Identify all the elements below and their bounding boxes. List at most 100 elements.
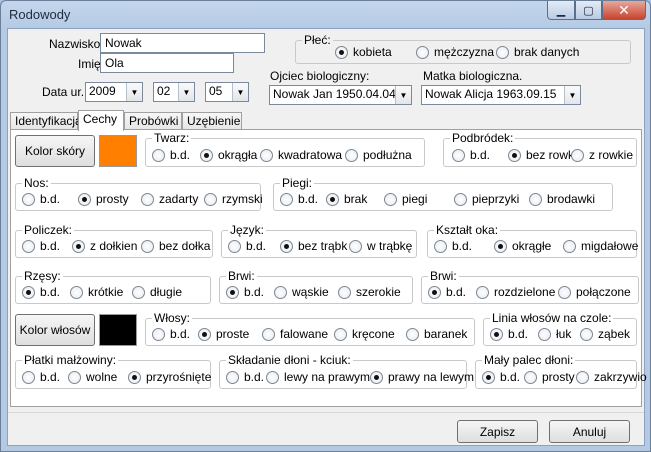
nazwisko-input[interactable]: Nowak [100, 33, 265, 53]
wlosy-krecone-radio[interactable]: kręcone [334, 327, 395, 341]
skladanie-title: Składanie dłoni - kciuk: [226, 353, 353, 367]
save-button[interactable]: Zapisz [457, 420, 538, 443]
plec-kobieta-radio[interactable]: kobieta [335, 45, 392, 59]
plec-brak-danych-radio[interactable]: brak danych [496, 45, 579, 59]
linia-zabek-radio[interactable]: ząbek [580, 327, 630, 341]
ksztalt-oka-okragle-radio[interactable]: okrągłe [494, 239, 551, 253]
brwi-polaczone-radio[interactable]: połączone [558, 285, 631, 299]
plec-title: Płeć: [302, 33, 333, 47]
brwi-width-group: Brwi: b.d. wąskie szerokie [219, 269, 413, 304]
brwi-join-title: Brwi: [428, 269, 459, 283]
nos-bd-radio[interactable]: b.d. [22, 192, 60, 206]
maly-palec-bd-radio[interactable]: b.d. [482, 370, 520, 384]
ksztalt-oka-migdalowe-radio[interactable]: migdałowe [563, 239, 638, 253]
chevron-down-icon: ▼ [395, 86, 411, 104]
year-value: 2009 [89, 84, 116, 98]
nos-rzymski-radio[interactable]: rzymski [204, 192, 263, 206]
cechy-panel: Kolor skóry Twarz: b.d. okrągła kwadrato… [10, 129, 647, 407]
plec-mezczyzna-radio[interactable]: mężczyzna [416, 45, 494, 59]
tab-identyfikacja[interactable]: Identyfikacja [10, 112, 82, 130]
piegi-bd-radio[interactable]: b.d. [280, 192, 318, 206]
wlosy-title: Włosy: [152, 311, 192, 325]
brwi-waskie-radio[interactable]: wąskie [274, 285, 329, 299]
policzek-z-dolkien-radio[interactable]: z dołkien [72, 239, 137, 253]
minimize-icon: ▁ [556, 4, 566, 17]
policzek-bez-dolka-radio[interactable]: bez dołka [141, 239, 210, 253]
platki-przyrosniete-radio[interactable]: przyrośnięte [128, 370, 211, 384]
podbrodek-title: Podbródek: [450, 131, 516, 145]
kolor-wlosow-button[interactable]: Kolor włosów [15, 314, 95, 346]
platki-bd-radio[interactable]: b.d. [22, 370, 60, 384]
skladanie-prawy-radio[interactable]: prawy na lewym [370, 370, 474, 384]
maly-palec-group: Mały palec dłoni: b.d. prosty zakrzywio [475, 353, 647, 389]
brwi-szerokie-radio[interactable]: szerokie [338, 285, 401, 299]
chevron-down-icon: ▼ [564, 86, 580, 104]
twarz-podluzna-radio[interactable]: podłużna [345, 148, 412, 162]
imie-input[interactable]: Ola [100, 53, 234, 73]
jezyk-w-trabke-radio[interactable]: w trąbkę [349, 239, 412, 253]
jezyk-bd-radio[interactable]: b.d. [228, 239, 266, 253]
chevron-down-icon: ▼ [178, 83, 194, 101]
minimize-button[interactable]: ▁ [547, 1, 575, 20]
brwi-rozdzielone-radio[interactable]: rozdzielone [476, 285, 555, 299]
rzesy-krotkie-radio[interactable]: krótkie [70, 285, 123, 299]
linia-bd-radio[interactable]: b.d. [490, 327, 528, 341]
close-button[interactable]: ✕ [602, 1, 646, 20]
linia-luk-radio[interactable]: łuk [538, 327, 571, 341]
podbrodek-bez-rowk-radio[interactable]: bez rowk [508, 148, 574, 162]
footer-divider [8, 412, 644, 413]
ksztalt-oka-title: Kształt oka: [434, 223, 501, 237]
nos-prosty-radio[interactable]: prosty [78, 192, 129, 206]
piegi-brodawki-radio[interactable]: brodawki [529, 192, 595, 206]
tab-uzebienie[interactable]: Uzębienie [182, 112, 242, 130]
skladanie-lewy-radio[interactable]: lewy na prawym [266, 370, 370, 384]
policzek-bd-radio[interactable]: b.d. [22, 239, 60, 253]
platki-group: Płatki małżowiny: b.d. wolne przyrośnięt… [15, 353, 211, 389]
wlosy-proste-radio[interactable]: proste [198, 327, 249, 341]
data-ur-label: Data ur. [42, 85, 85, 99]
rzesy-dlugie-radio[interactable]: długie [132, 285, 182, 299]
tab-probowki[interactable]: Probówki [124, 112, 182, 130]
podbrodek-z-rowkie-radio[interactable]: z rowkie [571, 148, 633, 162]
platki-wolne-radio[interactable]: wolne [68, 370, 117, 384]
cancel-button[interactable]: Anuluj [549, 420, 630, 443]
ksztalt-oka-bd-radio[interactable]: b.d. [434, 239, 472, 253]
wlosy-falowane-radio[interactable]: falowane [262, 327, 328, 341]
piegi-group: Piegi: b.d. brak piegi pieprzyki brodawk… [273, 176, 613, 211]
maly-palec-prosty-radio[interactable]: prosty [524, 370, 575, 384]
nazwisko-label: Nazwisko [49, 37, 101, 51]
wlosy-bd-radio[interactable]: b.d. [152, 327, 190, 341]
piegi-piegi-radio[interactable]: piegi [384, 192, 427, 206]
ojciec-select[interactable]: Nowak Jan 1950.04.04 ▼ [269, 85, 412, 105]
jezyk-title: Język: [228, 223, 267, 237]
brwi-join-bd-radio[interactable]: b.d. [428, 285, 466, 299]
piegi-brak-radio[interactable]: brak [326, 192, 367, 206]
nos-title: Nos: [22, 176, 51, 190]
day-select[interactable]: 05 ▼ [205, 82, 249, 102]
day-value: 05 [209, 84, 223, 98]
jezyk-group: Język: b.d. bez trąbk w trąbkę [221, 223, 417, 258]
maximize-button[interactable]: ▢ [575, 1, 602, 20]
month-select[interactable]: 02 ▼ [153, 82, 195, 102]
twarz-okragla-radio[interactable]: okrągła [200, 148, 257, 162]
plec-group: Płeć: kobieta mężczyzna brak danych [295, 33, 631, 64]
main-window: Rodowody ▁ ▢ ✕ Nazwisko Nowak Imię Ola D… [0, 0, 651, 452]
kolor-skory-button[interactable]: Kolor skóry [15, 135, 95, 167]
brwi-width-bd-radio[interactable]: b.d. [226, 285, 264, 299]
maly-palec-zakrzywio-radio[interactable]: zakrzywio [576, 370, 647, 384]
twarz-bd-radio[interactable]: b.d. [152, 148, 190, 162]
nos-zadarty-radio[interactable]: zadarty [141, 192, 198, 206]
rzesy-bd-radio[interactable]: b.d. [22, 285, 60, 299]
piegi-pieprzyki-radio[interactable]: pieprzyki [454, 192, 519, 206]
jezyk-bez-trabk-radio[interactable]: bez trąbk [280, 239, 347, 253]
tab-cechy[interactable]: Cechy [78, 110, 124, 131]
year-select[interactable]: 2009 ▼ [85, 82, 143, 102]
title-bar[interactable]: Rodowody ▁ ▢ ✕ [1, 1, 650, 29]
skladanie-bd-radio[interactable]: b.d. [226, 370, 264, 384]
skin-color-swatch [99, 135, 137, 167]
podbrodek-bd-radio[interactable]: b.d. [452, 148, 490, 162]
wlosy-baranek-radio[interactable]: baranek [406, 327, 467, 341]
twarz-kwadratowa-radio[interactable]: kwadratowa [260, 148, 342, 162]
twarz-group: Twarz: b.d. okrągła kwadratowa podłużna [145, 131, 425, 167]
matka-select[interactable]: Nowak Alicja 1963.09.15 ▼ [421, 85, 581, 105]
